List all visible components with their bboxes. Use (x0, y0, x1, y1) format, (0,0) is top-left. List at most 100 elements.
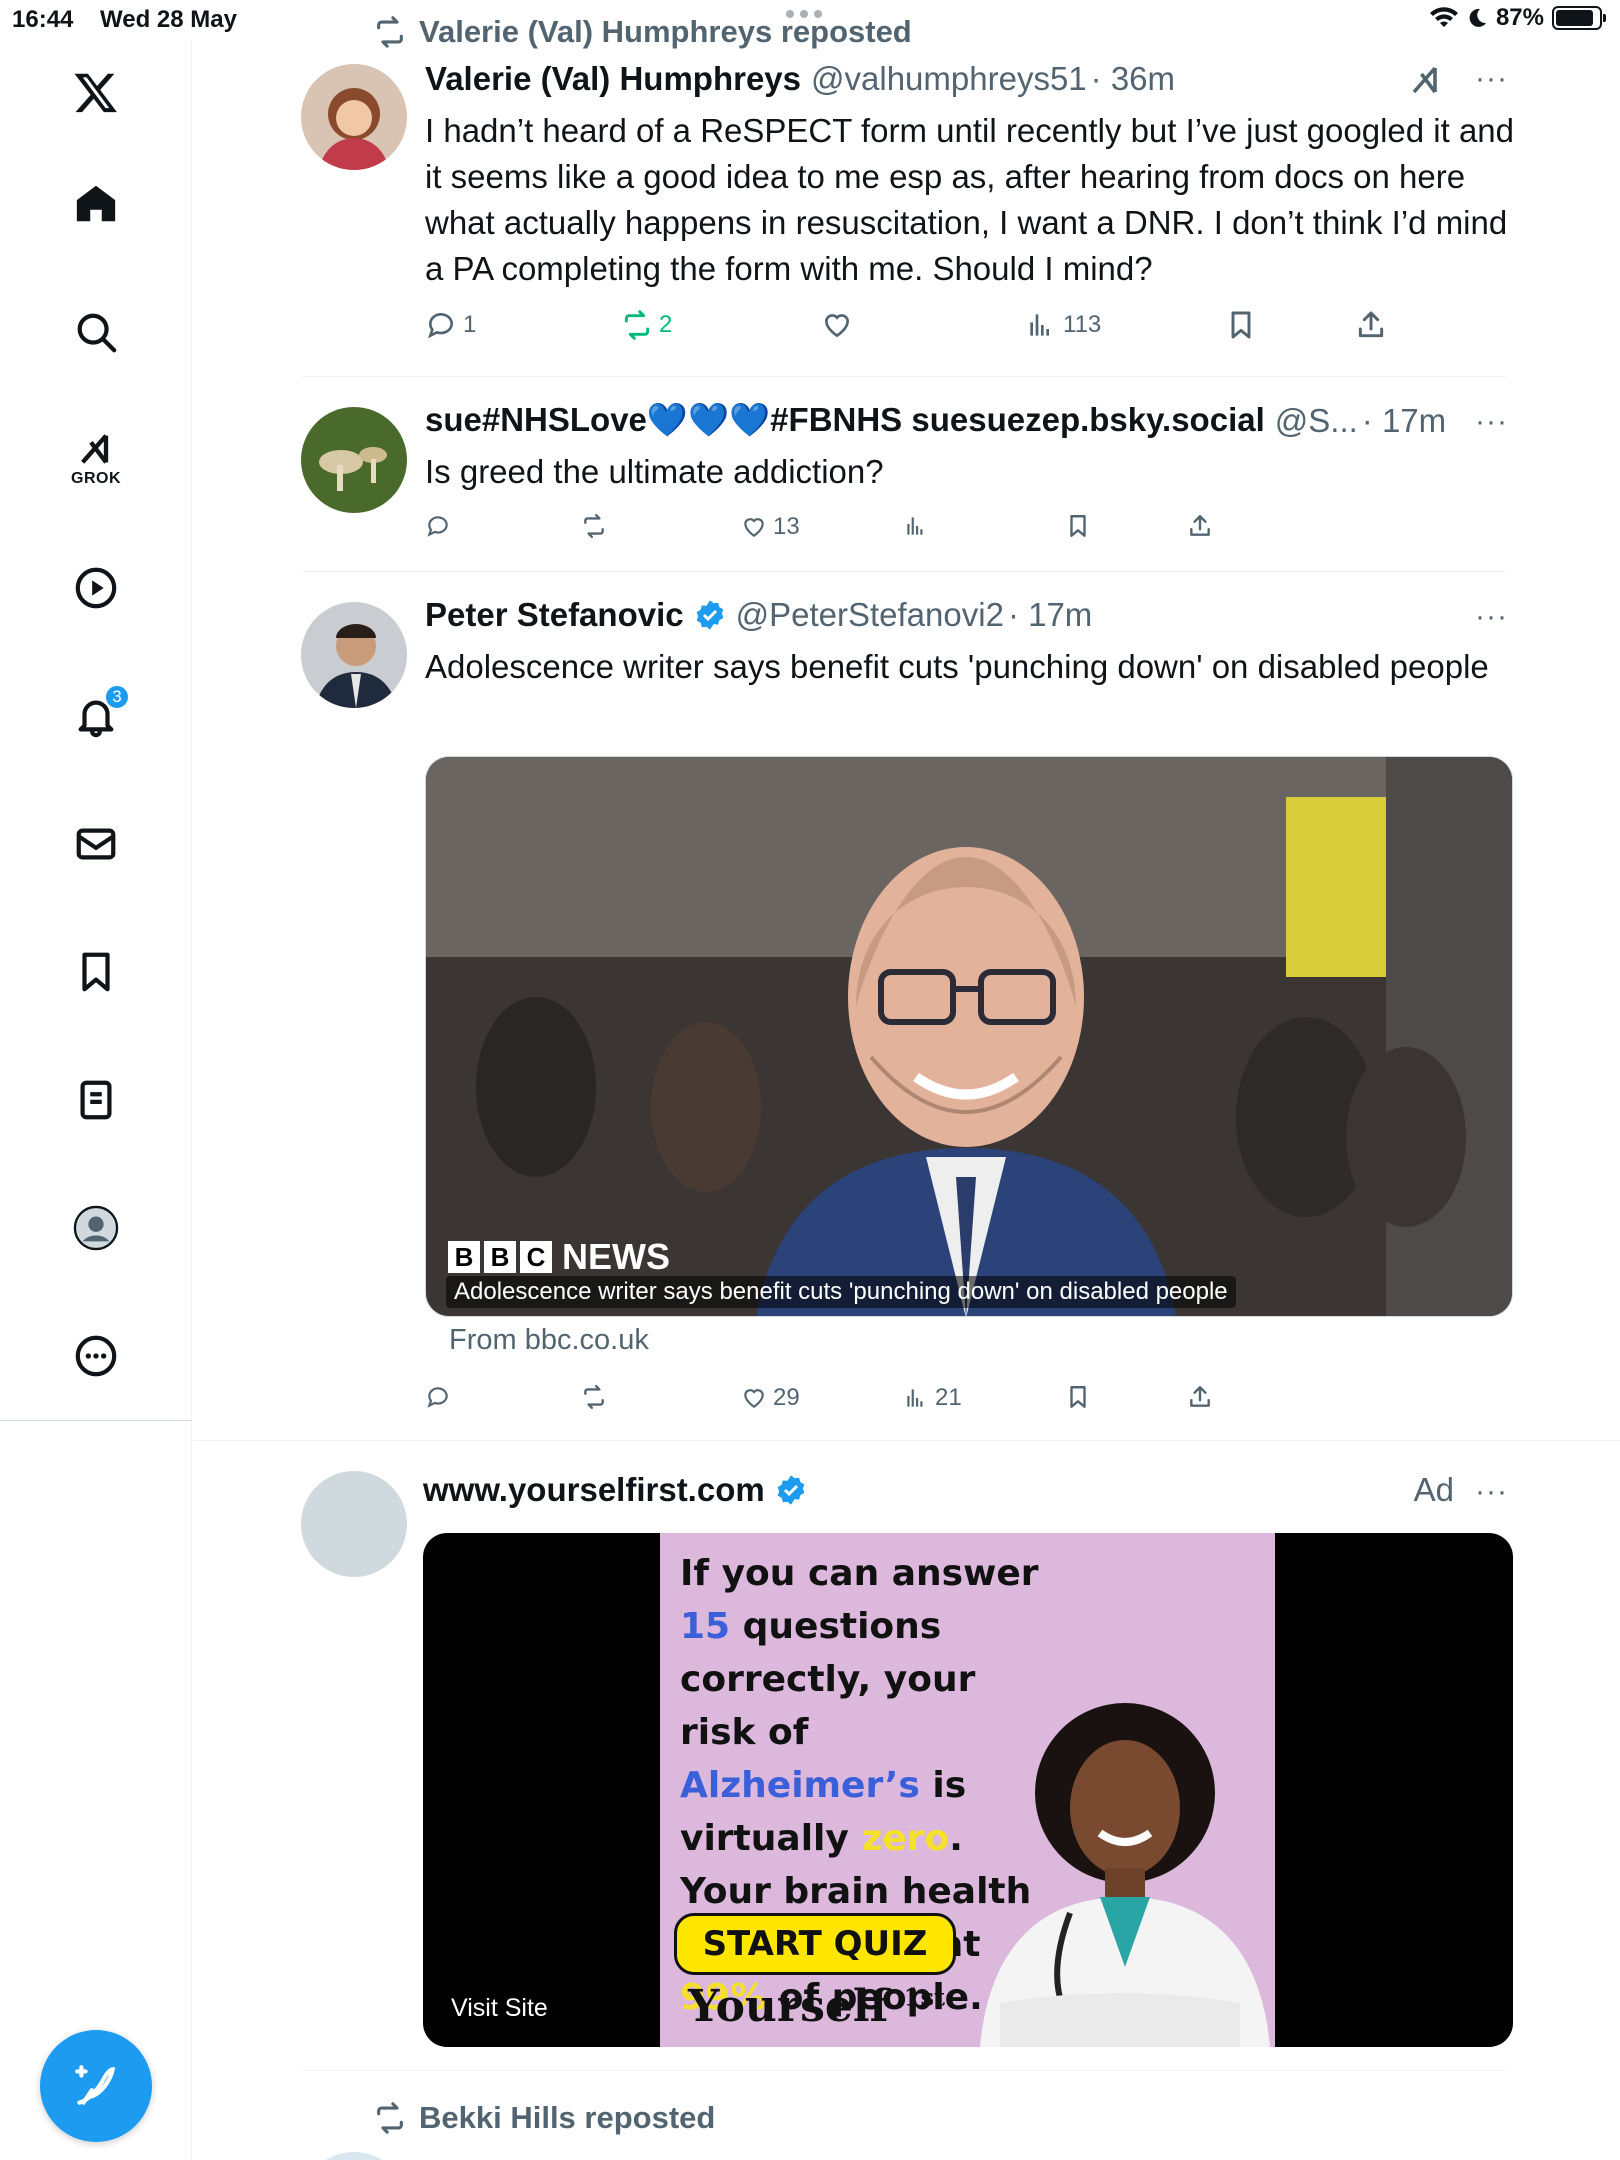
views-icon (907, 1389, 923, 1407)
more-options[interactable]: ··· (1475, 1475, 1508, 1509)
more-options[interactable]: ··· (1475, 62, 1508, 96)
more-icon[interactable] (66, 1326, 126, 1386)
display-name[interactable]: Valerie (Val) Humphreys (425, 60, 801, 98)
handle[interactable]: @S... (1275, 402, 1358, 440)
grok-icon[interactable] (1408, 62, 1444, 98)
reply-button[interactable] (425, 513, 451, 539)
tweet-actions: 13 (425, 513, 1505, 553)
like-count: 13 (773, 513, 800, 540)
avatar[interactable] (301, 602, 407, 708)
timestamp[interactable]: · 17m (1362, 402, 1446, 440)
x-logo[interactable] (66, 62, 126, 122)
repost-icon (584, 513, 604, 539)
reply-icon (427, 516, 448, 537)
display-name[interactable]: www.yourselfirst.com (423, 1471, 765, 1509)
share-button[interactable] (1187, 513, 1213, 539)
avatar[interactable] (301, 1471, 407, 1577)
list-icon[interactable] (66, 1070, 126, 1130)
grok-label: GROK (71, 470, 121, 487)
more-options[interactable]: ··· (1475, 405, 1508, 439)
bookmark-icon (1231, 311, 1251, 339)
repost-label: Bekki Hills reposted (419, 2100, 716, 2135)
views-icon (1030, 314, 1049, 336)
timestamp[interactable]: · 17m (1008, 596, 1092, 634)
views-button[interactable]: 21 (903, 1384, 962, 1412)
tweet-text: Is greed the ultimate addiction? (425, 453, 884, 490)
brand-logo: Yourself 1st (688, 1981, 946, 2032)
reply-icon (428, 313, 453, 339)
more-options[interactable]: ··· (1475, 600, 1508, 634)
tweet-header: www.yourselfirst.com (423, 1471, 1520, 1509)
avatar[interactable] (301, 2152, 407, 2160)
handle[interactable]: @PeterStefanovi2 (736, 596, 1004, 634)
repost-button[interactable] (581, 513, 607, 539)
bookmark-icon[interactable] (66, 942, 126, 1002)
start-quiz-button[interactable]: START QUIZ (674, 1913, 956, 1975)
share-icon (1190, 515, 1210, 536)
verified-badge-icon (777, 1475, 805, 1505)
timeline-feed: Valerie (Val) Humphreys reposted Valerie… (193, 0, 1620, 2160)
repost-label: Valerie (Val) Humphreys reposted (419, 14, 912, 49)
bookmark-icon (1070, 515, 1086, 537)
doctor-illustration (980, 1703, 1270, 2047)
grok-icon[interactable]: GROK (66, 426, 126, 487)
share-button[interactable] (1355, 309, 1387, 341)
repost-icon (584, 1384, 604, 1410)
notifications-badge: 3 (104, 684, 130, 710)
ad-media[interactable]: If you can answer 15 questions correctly… (423, 1533, 1513, 2047)
timestamp[interactable]: · 36m (1091, 60, 1175, 98)
heart-icon (824, 314, 850, 338)
tweet-actions: 1 2 113 (425, 309, 1505, 349)
display-name[interactable]: Peter Stefanovic (425, 596, 684, 634)
reply-count: 1 (463, 311, 477, 338)
repost-indicator: Bekki Hills reposted (373, 2100, 715, 2136)
tweet-header: sue#NHSLove💙💙💙#FBNHS suesuezep.bsky.soci… (425, 401, 1520, 440)
compose-button[interactable] (40, 2030, 152, 2142)
views-icon (907, 517, 923, 535)
visit-site-link[interactable]: Visit Site (451, 1994, 548, 2023)
home-icon[interactable] (66, 174, 126, 234)
like-button[interactable]: 29 (741, 1384, 800, 1412)
avatar[interactable] (301, 64, 407, 170)
tweet-text: I hadn’t heard of a ReSPECT form until r… (425, 112, 1514, 287)
video-icon[interactable] (66, 558, 126, 618)
bookmark-button[interactable] (1065, 513, 1091, 539)
card-source[interactable]: From bbc.co.uk (449, 1324, 649, 1357)
repost-icon (377, 16, 403, 48)
reply-icon (427, 1387, 448, 1408)
views-button[interactable] (903, 513, 929, 539)
bookmark-button[interactable] (1065, 1384, 1091, 1410)
bookmark-button[interactable] (1225, 309, 1257, 341)
ad-label: Ad (1413, 1471, 1454, 1508)
reply-button[interactable] (425, 1384, 451, 1410)
views-button[interactable]: 113 (1025, 309, 1101, 341)
repost-button[interactable]: 2 (621, 309, 672, 341)
mail-icon[interactable] (66, 814, 126, 874)
ad-creative[interactable]: If you can answer 15 questions correctly… (660, 1533, 1275, 2047)
repost-icon (624, 310, 650, 340)
repost-count: 2 (659, 311, 673, 338)
link-card-image[interactable]: BBC NEWS Adolescence writer says benefit… (425, 756, 1513, 1317)
heart-icon (744, 1389, 764, 1408)
share-button[interactable] (1187, 1384, 1213, 1410)
repost-icon (377, 2102, 403, 2134)
tweet-text: Adolescence writer says benefit cuts 'pu… (425, 648, 1489, 685)
views-count: 113 (1063, 311, 1102, 338)
compose-quill-icon (75, 2065, 116, 2105)
reply-button[interactable]: 1 (425, 309, 476, 341)
profile-icon[interactable] (66, 1198, 126, 1258)
search-icon[interactable] (66, 302, 126, 362)
status-time: 16:44 (12, 6, 74, 33)
repost-button[interactable] (581, 1384, 607, 1410)
tweet-header: Valerie (Val) Humphreys @valhumphreys51 … (425, 60, 1520, 98)
card-caption: Adolescence writer says benefit cuts 'pu… (446, 1276, 1236, 1308)
notifications-icon[interactable]: 3 (66, 684, 130, 746)
share-icon (1358, 311, 1384, 338)
handle[interactable]: @valhumphreys51 (811, 60, 1087, 98)
display-name[interactable]: sue#NHSLove💙💙💙#FBNHS suesuezep.bsky.soci… (425, 401, 1265, 440)
like-button[interactable] (821, 309, 853, 341)
like-button[interactable]: 13 (741, 513, 800, 541)
bookmark-icon (1070, 1386, 1086, 1408)
tweet-header: Peter Stefanovic @PeterStefanovi2 · 17m (425, 596, 1520, 634)
avatar[interactable] (301, 407, 407, 513)
